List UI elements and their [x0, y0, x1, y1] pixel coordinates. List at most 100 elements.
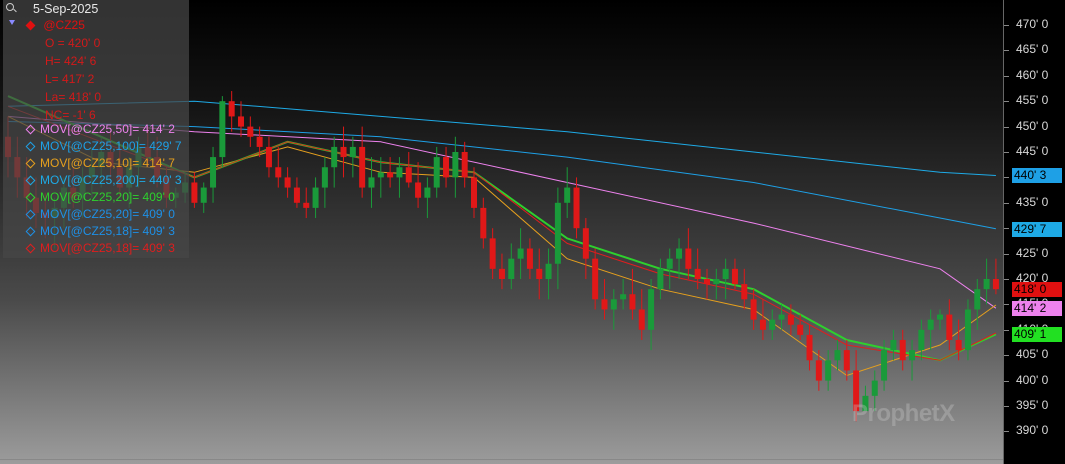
candle[interactable]: [210, 146, 217, 203]
candle[interactable]: [759, 299, 766, 340]
legend-study-3[interactable]: MOV[@CZ25,200]= 440' 3: [25, 172, 182, 189]
legend-study-0[interactable]: MOV[@CZ25,50]= 414' 2: [25, 121, 175, 138]
candle[interactable]: [964, 299, 971, 361]
candle[interactable]: [694, 248, 701, 290]
candle[interactable]: [927, 309, 934, 351]
collapse-triangle-icon[interactable]: [9, 20, 15, 25]
candle[interactable]: [946, 299, 953, 351]
candle[interactable]: [387, 157, 394, 188]
legend-symbol-row[interactable]: @CZ25: [25, 17, 85, 34]
candle[interactable]: [955, 319, 962, 361]
candle-body: [396, 167, 403, 178]
candle-body: [415, 182, 422, 198]
candle[interactable]: [899, 329, 906, 371]
candle[interactable]: [321, 157, 328, 208]
axis-price-badge: 414' 2: [1012, 301, 1062, 317]
candle[interactable]: [834, 339, 841, 371]
candle[interactable]: [648, 279, 655, 351]
candle[interactable]: [452, 136, 459, 198]
legend-study-2[interactable]: MOV[@CZ25,10]= 414' 7: [25, 155, 175, 172]
price-axis[interactable]: 470' 0 465' 0 460' 0 455' 0 450' 0 445' 0 440'…: [1003, 0, 1065, 464]
candle-body: [964, 309, 971, 351]
candle-body: [377, 172, 384, 178]
candle[interactable]: [592, 248, 599, 310]
candle[interactable]: [480, 197, 487, 249]
legend-study-1[interactable]: MOV[@CZ25,100]= 429' 7: [25, 138, 182, 155]
candle[interactable]: [498, 253, 505, 290]
candle[interactable]: [629, 268, 636, 320]
candle[interactable]: [741, 268, 748, 310]
candle[interactable]: [200, 182, 207, 213]
candle[interactable]: [461, 141, 468, 188]
price-chart[interactable]: ProphetX 5-Sep-2025 @CZ25 O = 420' 0 H= 4…: [0, 0, 1003, 464]
candle[interactable]: [815, 350, 822, 391]
candle[interactable]: [992, 258, 999, 295]
candle-body: [219, 101, 226, 158]
candle[interactable]: [368, 157, 375, 208]
candle[interactable]: [937, 309, 943, 330]
candle[interactable]: [265, 136, 272, 178]
candle[interactable]: [536, 248, 543, 300]
candle[interactable]: [489, 228, 496, 279]
legend-study-4[interactable]: MOV[@CZ25,20]= 409' 0: [25, 189, 175, 206]
candle[interactable]: [443, 146, 450, 188]
legend-study-6[interactable]: MOV[@CZ25,18]= 409' 3: [25, 223, 175, 240]
candle[interactable]: [657, 258, 664, 300]
candle-body: [983, 279, 990, 290]
candle[interactable]: [974, 279, 981, 330]
study-diamond-icon: [25, 192, 36, 203]
candle[interactable]: [573, 177, 580, 239]
candle[interactable]: [517, 228, 524, 279]
candle[interactable]: [275, 146, 282, 188]
candle-body: [629, 294, 636, 310]
candle[interactable]: [293, 177, 300, 208]
candle[interactable]: [620, 279, 627, 310]
candle[interactable]: [722, 258, 729, 300]
candle[interactable]: [359, 126, 366, 198]
candle[interactable]: [526, 238, 533, 279]
candle[interactable]: [582, 218, 589, 279]
candle[interactable]: [638, 289, 645, 340]
candle[interactable]: [238, 101, 244, 137]
candle[interactable]: [303, 187, 310, 219]
candle[interactable]: [769, 309, 776, 340]
candle-body: [657, 268, 664, 290]
candle[interactable]: [825, 350, 832, 391]
legend-study-7[interactable]: MOV[@CZ25,18]= 409' 3: [25, 240, 175, 257]
candle[interactable]: [713, 268, 720, 300]
candle[interactable]: [554, 187, 561, 290]
candle[interactable]: [685, 228, 692, 279]
candle[interactable]: [909, 339, 916, 381]
axis-tick-mark: [1004, 355, 1009, 357]
candle-body: [899, 339, 906, 361]
axis-tick-label: 425' 0: [1016, 245, 1049, 260]
candle[interactable]: [806, 324, 813, 371]
candle[interactable]: [219, 96, 226, 168]
candle[interactable]: [415, 162, 422, 208]
axis-tick-label: 445' 0: [1016, 144, 1049, 158]
candle[interactable]: [918, 319, 925, 361]
magnifier-icon[interactable]: [6, 3, 14, 11]
axis-tick-mark: [1004, 431, 1009, 433]
candle[interactable]: [564, 167, 571, 219]
candle[interactable]: [983, 258, 990, 305]
candle[interactable]: [349, 136, 356, 178]
candle[interactable]: [312, 177, 319, 219]
candle[interactable]: [890, 329, 897, 361]
candle[interactable]: [666, 248, 673, 290]
candle-body: [191, 182, 198, 203]
candle[interactable]: [331, 136, 338, 188]
candle-body: [750, 299, 757, 320]
candle-body: [955, 339, 962, 351]
candle[interactable]: [405, 152, 412, 188]
candle-body: [806, 334, 813, 361]
candle[interactable]: [228, 91, 235, 132]
candle[interactable]: [545, 248, 552, 300]
legend-study-5[interactable]: MOV[@CZ25,20]= 409' 0: [25, 206, 175, 223]
candle[interactable]: [284, 167, 291, 198]
candle[interactable]: [247, 116, 254, 147]
candle[interactable]: [610, 289, 617, 330]
candle[interactable]: [601, 279, 608, 320]
candle[interactable]: [508, 243, 515, 290]
candle[interactable]: [424, 177, 431, 219]
